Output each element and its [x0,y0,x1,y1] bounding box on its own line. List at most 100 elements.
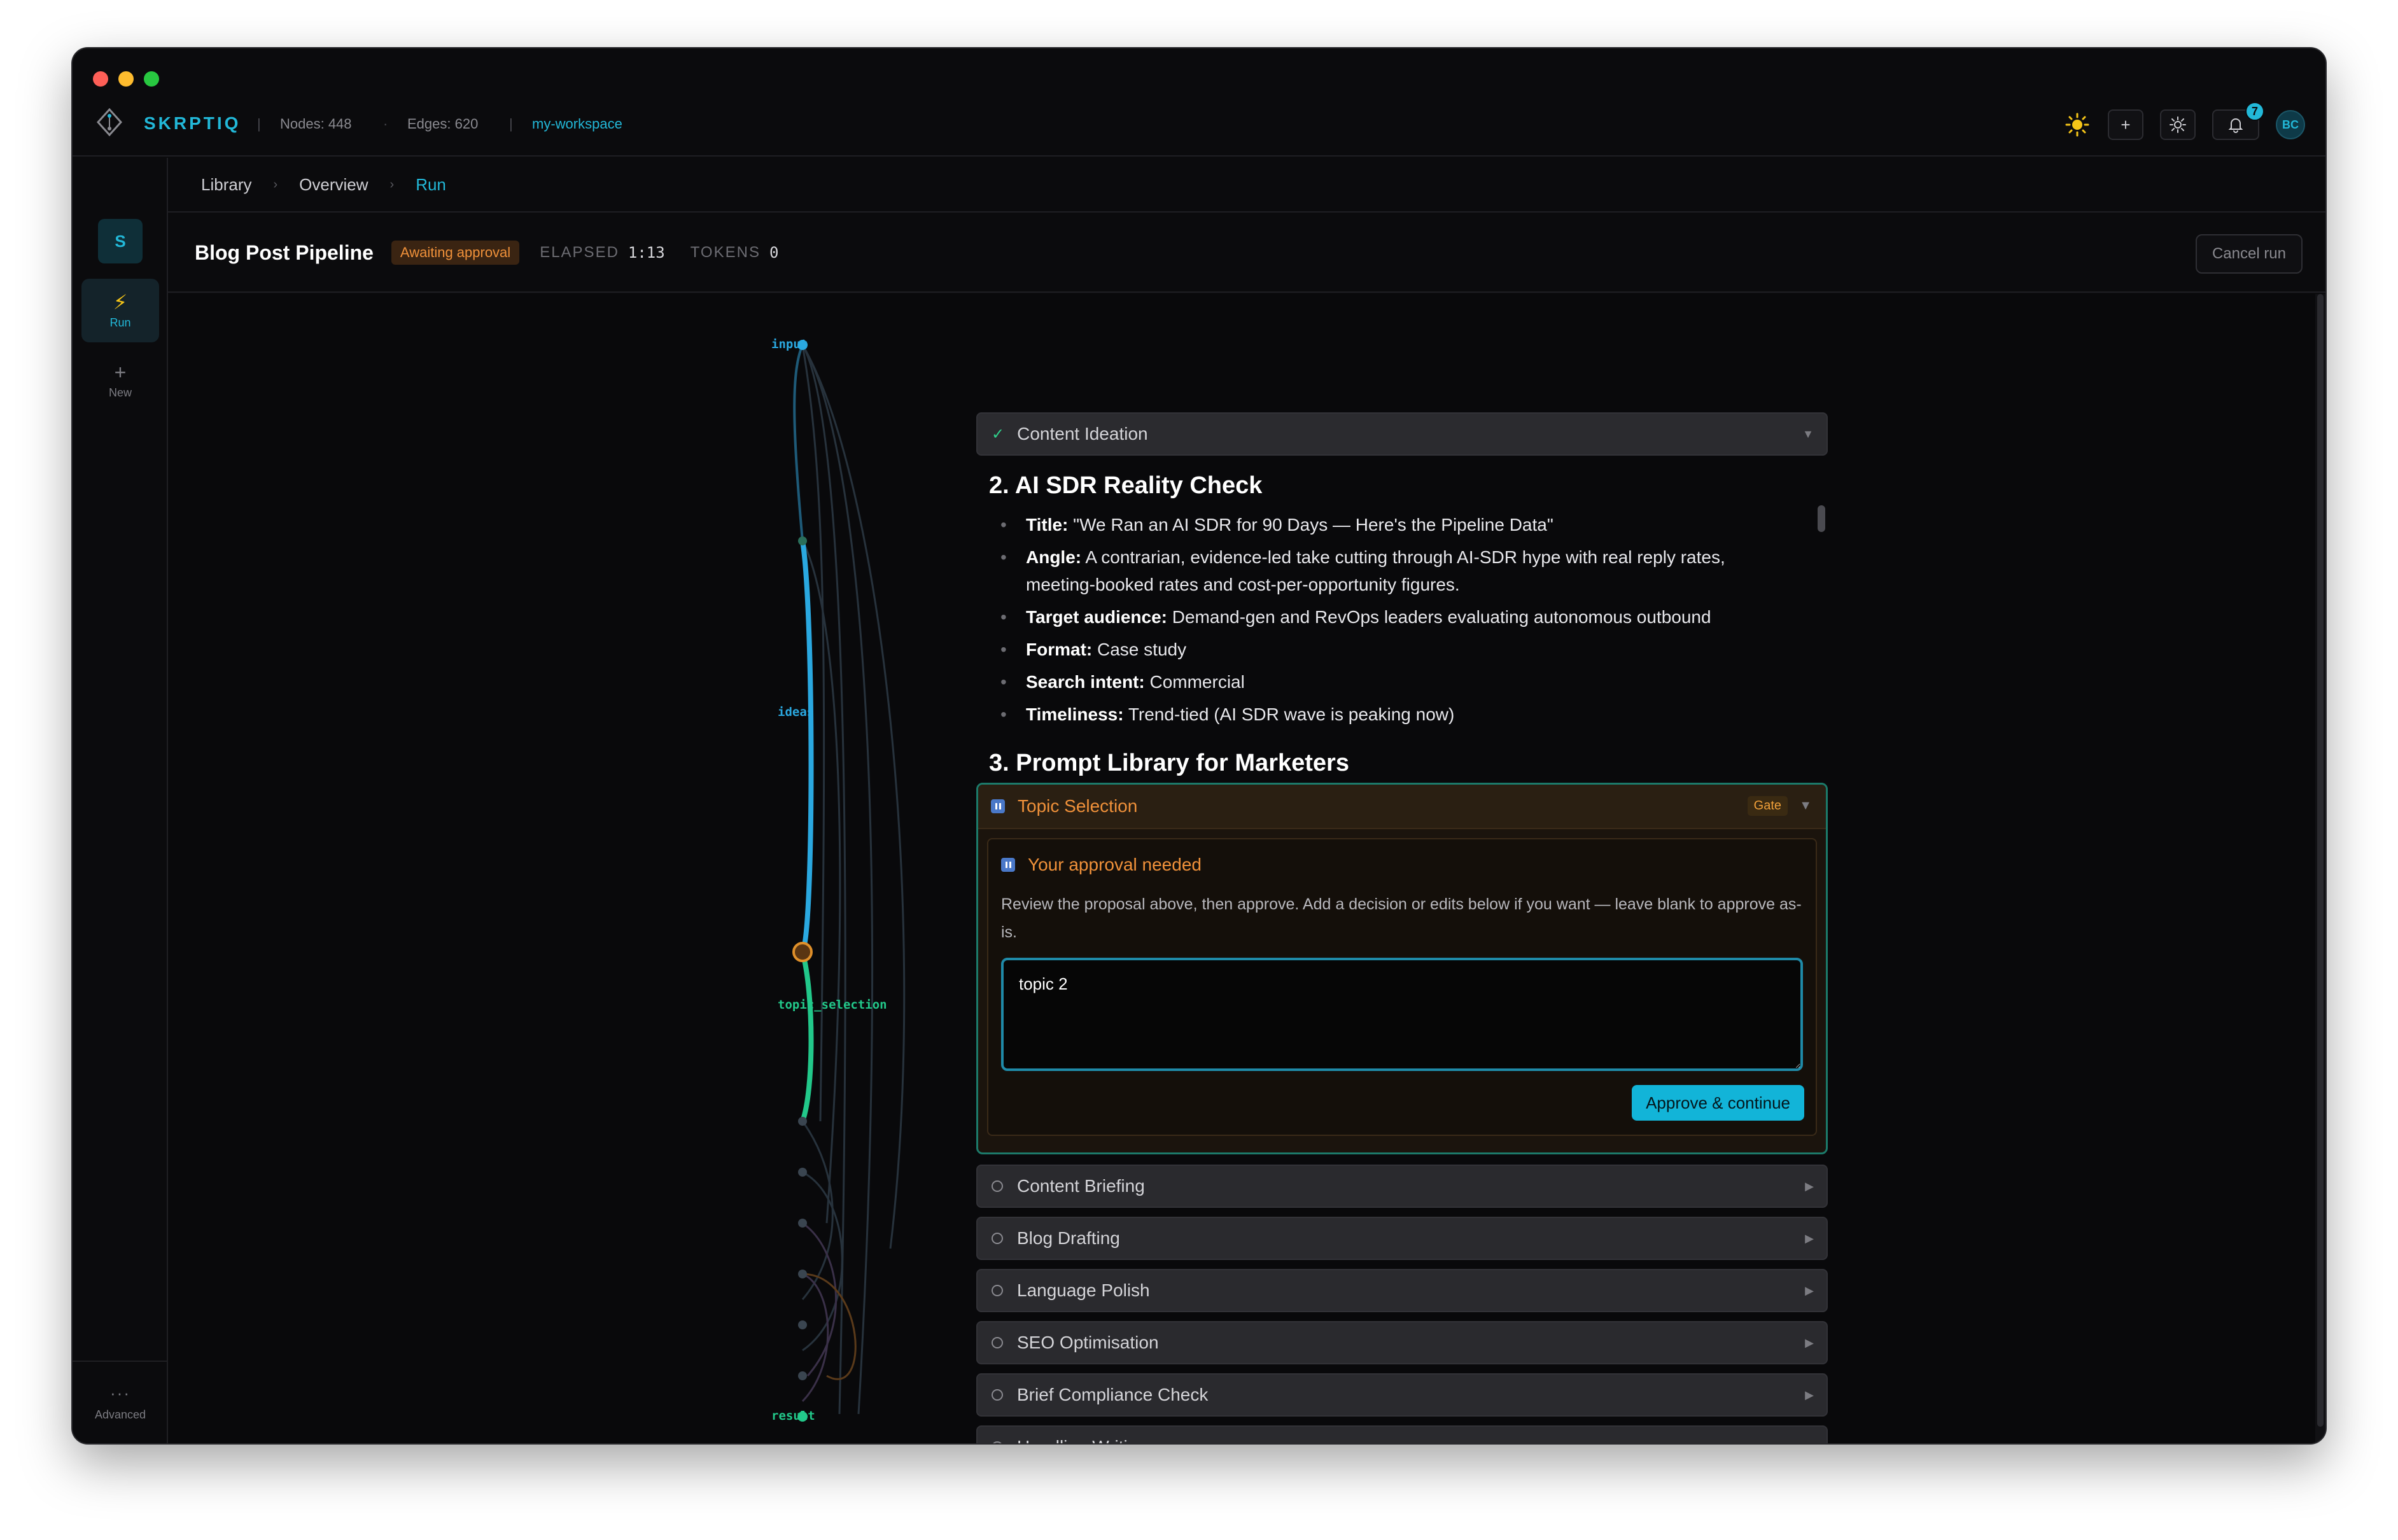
sidebar-item-label: Advanced [94,1408,146,1421]
node[interactable] [798,1270,807,1278]
step-content-ideation[interactable]: ✓ Content Ideation ▼ [976,412,1828,456]
elapsed-value: 1:13 [628,244,665,262]
breadcrumb: Library › Overview › Run [168,158,2325,213]
node-label-ideas: ideas [778,705,815,719]
scrollbar[interactable] [1818,505,1825,532]
workspace-switcher[interactable]: S [98,219,143,263]
divider: | [257,116,261,132]
window-controls [93,71,159,87]
breadcrumb-overview[interactable]: Overview [299,175,368,195]
add-button[interactable]: + [2108,109,2143,140]
chevron-right-icon: ▶ [1805,1336,1814,1349]
list-item: Title: "We Ran an AI SDR for 90 Days — H… [989,511,1798,538]
lightning-icon: ⚡ [113,290,128,314]
gate-badge: Gate [1747,796,1788,816]
chevron-right-icon: ▶ [1805,1284,1814,1297]
maximize-window-button[interactable] [144,71,159,87]
workspace-link[interactable]: my-workspace [532,116,622,132]
close-window-button[interactable] [93,71,108,87]
list-item: Timeliness: Trend-tied (AI SDR wave is p… [989,701,1798,728]
step-label: Brief Compliance Check [1017,1385,1209,1404]
list-item: Angle: A contrarian, evidence-led take c… [989,543,1798,598]
tokens-value: 0 [769,244,779,262]
decision-input[interactable]: topic 2 [1001,958,1803,1071]
pending-circle-icon [992,1233,1003,1244]
step-language-polish[interactable]: Language Polish ▶ [976,1269,1828,1312]
node[interactable] [798,1219,807,1228]
sidebar-item-new[interactable]: + New [81,349,159,412]
brand-name[interactable]: SKRPTIQ [144,113,241,134]
approve-continue-button[interactable]: Approve & continue [1632,1085,1804,1121]
chevron-right-icon: ▶ [1805,1441,1814,1444]
sidebar-item-label: Run [109,316,131,329]
active-edge [800,540,814,953]
node-label-result: result [771,1409,815,1423]
pending-circle-icon [992,1285,1003,1296]
breadcrumb-library[interactable]: Library [201,175,251,195]
more-icon: ··· [110,1383,130,1403]
chevron-down-icon: ▼ [1802,427,1814,440]
node[interactable] [798,1371,807,1380]
chevron-down-icon: ▼ [1799,799,1812,813]
theme-toggle-sun-icon[interactable] [2063,111,2091,139]
step-headline-writing[interactable]: Headline Writing ▶ [976,1425,1828,1444]
pause-icon [991,799,1005,813]
notifications-button[interactable]: 7 [2212,102,2264,140]
plus-icon: + [114,360,127,384]
output-next-heading: 3. Prompt Library for Marketers [989,750,1349,776]
step-label: SEO Optimisation [1017,1333,1159,1352]
gate-title: Topic Selection [1018,796,1138,816]
step-seo-optimisation[interactable]: SEO Optimisation ▶ [976,1321,1828,1364]
step-label: Headline Writing [1017,1437,1147,1443]
step-content-briefing[interactable]: Content Briefing ▶ [976,1165,1828,1208]
logo-icon [96,108,123,137]
notification-count-badge: 7 [2245,102,2264,121]
list-item: Search intent: Commercial [989,668,1798,696]
step-brief-compliance-check[interactable]: Brief Compliance Check ▶ [976,1373,1828,1417]
bell-icon [2228,118,2243,133]
run-canvas: input ideas topic_selection result ✓ Con… [168,294,2325,1443]
node[interactable] [798,1320,807,1329]
pause-icon [1001,858,1015,872]
check-icon: ✓ [992,425,1005,443]
output-heading: 2. AI SDR Reality Check [989,472,1263,499]
step-output: 2. AI SDR Reality Check Title: "We Ran a… [976,461,1828,779]
pending-circle-icon [992,1389,1003,1401]
selection-edge [800,951,814,1123]
node-current[interactable] [792,942,813,962]
gate-header[interactable]: Topic Selection Gate ▼ [978,785,1826,829]
sidebar-item-advanced[interactable]: ··· Advanced [73,1361,168,1443]
node[interactable] [798,1168,807,1177]
sidebar-item-label: New [108,386,132,399]
node-label-input: input [771,337,808,351]
step-list: ✓ Content Ideation ▼ 2. AI SDR Reality C… [976,412,1828,1444]
status-badge: Awaiting approval [391,241,520,265]
step-label: Content Ideation [1017,424,1148,444]
approval-title-text: Your approval needed [1028,855,1202,874]
pending-circle-icon [992,1337,1003,1348]
nodes-count: Nodes: 448 [280,116,352,132]
list-item: Target audience: Demand-gen and RevOps l… [989,603,1798,631]
scrollbar-thumb[interactable] [2317,294,2324,1427]
step-label: Blog Drafting [1017,1228,1120,1248]
pending-steps: Content Briefing ▶ Blog Drafting ▶ Langu… [976,1165,1828,1444]
edge [802,1273,857,1380]
node[interactable] [798,1117,807,1126]
edge [793,344,804,542]
pending-circle-icon [992,1180,1003,1192]
cancel-run-button[interactable]: Cancel run [2195,234,2303,274]
app-window: SKRPTIQ | Nodes: 448 · Edges: 620 | my-w… [71,47,2327,1445]
user-avatar[interactable]: BC [2276,110,2305,139]
tokens-label: TOKENS [690,244,761,261]
step-blog-drafting[interactable]: Blog Drafting ▶ [976,1217,1828,1260]
settings-button[interactable] [2160,109,2196,140]
top-actions: + 7 BC [2063,102,2305,140]
node[interactable] [798,536,807,545]
run-header: Blog Post Pipeline Awaiting approval ELA… [168,214,2325,293]
divider: · [383,116,388,132]
sidebar-item-run[interactable]: ⚡ Run [81,279,159,342]
main-scrollbar[interactable] [2315,294,2325,1443]
divider: | [509,116,513,132]
minimize-window-button[interactable] [118,71,134,87]
step-label: Content Briefing [1017,1176,1145,1196]
